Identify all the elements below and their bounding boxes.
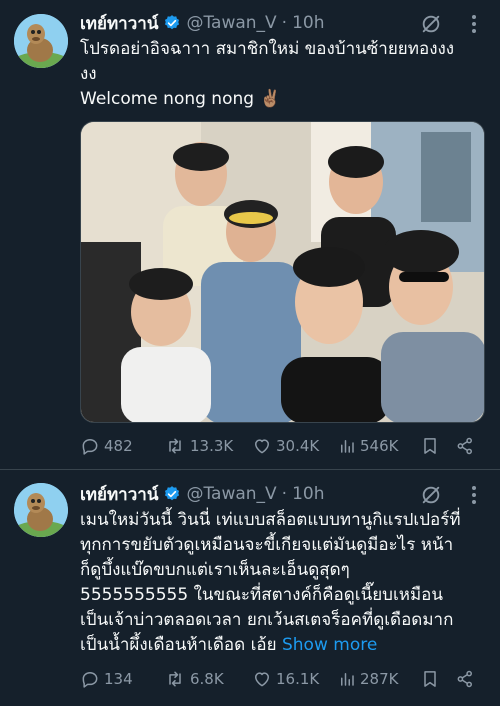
tweet-header: เทย์ทาวาน์ @Tawan_V · 10h xyxy=(80,10,324,36)
share-button[interactable] xyxy=(455,436,479,456)
views-icon xyxy=(341,440,354,453)
tweet-text-line: เป็นน้ำผึ้งเดือนห้าเดือด เอ้ย xyxy=(80,635,277,655)
tweet-actions: 134 6.8K 16.1K 287K xyxy=(80,669,490,693)
bookmark-button[interactable] xyxy=(420,436,444,456)
reply-icon xyxy=(82,439,98,455)
tweet-text-line: ทุกการขยับตัวดูเหมือนจะขี้เกียจแต่มันดูม… xyxy=(80,535,454,555)
views-icon xyxy=(341,673,354,686)
retweet-icon xyxy=(169,438,181,454)
retweet-button[interactable]: 13.3K xyxy=(164,436,233,456)
tweet[interactable]: เทย์ทาวาน์ @Tawan_V · 10h โปรดอย่าอิจฉาา… xyxy=(0,0,500,470)
tweet-photo[interactable] xyxy=(80,121,485,423)
retweet-count: 6.8K xyxy=(190,670,224,688)
separator-dot: · xyxy=(281,13,288,33)
tweet-text-line: ก็ดูบึ้งแบ๊ดขบกแต่เราเห็นละเอ็นดูสุดๆ xyxy=(80,560,350,580)
like-button[interactable]: 16.1K xyxy=(252,669,319,689)
views-button[interactable]: 287K xyxy=(338,669,398,689)
avatar-image xyxy=(14,483,68,537)
bookmark-button[interactable] xyxy=(420,669,444,689)
tweet-text-line: Welcome nong nong ✌🏽 xyxy=(80,89,281,109)
grok-icon[interactable] xyxy=(420,484,442,506)
like-icon xyxy=(255,439,269,454)
share-icon xyxy=(457,437,472,455)
display-name[interactable]: เทย์ทาวาน์ xyxy=(80,10,158,37)
avatar-image xyxy=(14,14,68,68)
tweet-text-line: เป็นเจ้าบ่าวตลอดเวลา ยกเว้นสเตจร็อคที่ดู… xyxy=(80,610,454,630)
grok-icon[interactable] xyxy=(420,13,442,35)
like-icon xyxy=(255,672,269,687)
show-more-link[interactable]: Show more xyxy=(282,635,377,655)
more-options-icon[interactable] xyxy=(468,13,480,35)
timestamp[interactable]: 10h xyxy=(292,484,324,504)
avatar[interactable] xyxy=(14,483,68,537)
bookmark-icon xyxy=(424,438,436,454)
tweet-text-line: เมนใหม่วันนี้ วินนี่ เท่แบบสล็อตแบบทานูก… xyxy=(80,510,461,530)
bookmark-icon xyxy=(424,671,436,687)
reply-count: 482 xyxy=(104,437,133,455)
tweet-text: เมนใหม่วันนี้ วินนี่ เท่แบบสล็อตแบบทานูก… xyxy=(80,508,490,658)
tweet-text: โปรดอย่าอิจฉาาา สมาชิกใหม่ ของบ้านซ้ายยท… xyxy=(80,37,490,112)
avatar[interactable] xyxy=(14,14,68,68)
retweet-icon xyxy=(169,671,181,687)
tweet-actions: 482 13.3K 30.4K 546K xyxy=(80,436,490,460)
views-count: 287K xyxy=(360,670,399,688)
reply-count: 134 xyxy=(104,670,133,688)
more-options-icon[interactable] xyxy=(468,484,480,506)
retweet-count: 13.3K xyxy=(190,437,234,455)
display-name[interactable]: เทย์ทาวาน์ xyxy=(80,481,158,508)
views-button[interactable]: 546K xyxy=(338,436,398,456)
like-count: 16.1K xyxy=(276,670,320,688)
share-button[interactable] xyxy=(455,669,479,689)
tweet-text-line: งง xyxy=(80,64,97,84)
tweet[interactable]: เทย์ทาวาน์ @Tawan_V · 10h เมนใหม่วันนี้ … xyxy=(0,471,500,706)
user-handle[interactable]: @Tawan_V xyxy=(186,484,276,504)
like-button[interactable]: 30.4K xyxy=(252,436,319,456)
tweet-text-line-last: เป็นน้ำผึ้งเดือนห้าเดือด เอ้ย Show more xyxy=(80,633,490,658)
separator-dot: · xyxy=(281,484,288,504)
reply-icon xyxy=(82,672,98,688)
timestamp[interactable]: 10h xyxy=(292,13,324,33)
reply-button[interactable]: 134 xyxy=(80,669,133,689)
group-selfie-image xyxy=(81,122,484,422)
retweet-button[interactable]: 6.8K xyxy=(164,669,224,689)
user-handle[interactable]: @Tawan_V xyxy=(186,13,276,33)
views-count: 546K xyxy=(360,437,399,455)
verified-badge-icon xyxy=(163,14,181,32)
reply-button[interactable]: 482 xyxy=(80,436,133,456)
verified-badge-icon xyxy=(163,485,181,503)
like-count: 30.4K xyxy=(276,437,320,455)
tweet-text-line: 5555555555 ในขณะที่สตางค์ก็คือดูเนี๊ยบเห… xyxy=(80,585,444,605)
tweet-header: เทย์ทาวาน์ @Tawan_V · 10h xyxy=(80,481,324,507)
share-icon xyxy=(457,670,472,688)
tweet-text-line: โปรดอย่าอิจฉาาา สมาชิกใหม่ ของบ้านซ้ายยท… xyxy=(80,39,455,59)
